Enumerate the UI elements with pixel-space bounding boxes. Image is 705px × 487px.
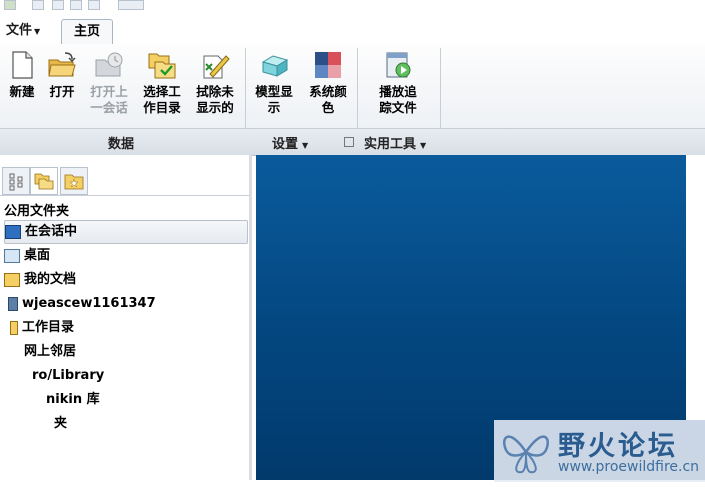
new-button-label: 新建 (9, 84, 35, 99)
select-working-directory-label1: 选择工 (143, 84, 181, 99)
open-quick-icon[interactable] (52, 0, 64, 10)
navigator-scrollbar[interactable] (249, 155, 252, 487)
file-menu[interactable]: 文件 ▼ (0, 20, 46, 42)
system-colors-label1: 系统颜 (309, 84, 347, 99)
nav-item-working-directory[interactable]: 工作目录 (4, 317, 246, 339)
nav-item-pro-library[interactable]: ro/Library (32, 365, 246, 387)
erase-not-displayed-label2: 显示的 (196, 100, 234, 115)
nav-item-label: nikin 库 (46, 392, 100, 407)
select-working-directory-button[interactable]: 选择工 作目录 (138, 50, 186, 116)
monitor-icon (5, 224, 21, 239)
navigator-tabs (0, 165, 252, 196)
group-label-tools[interactable]: 实用工具 ▼ (364, 133, 426, 152)
dialog-launcher-icon[interactable] (344, 137, 354, 147)
system-colors-icon (315, 52, 341, 78)
forum-watermark: 野火论坛 www.proewildfire.cn (494, 420, 705, 482)
model-display-icon (261, 55, 289, 77)
nav-item-desktop[interactable]: 桌面 (4, 245, 246, 267)
nav-item-label: 夹 (54, 416, 68, 431)
eraser-icon (203, 55, 230, 79)
ribbon-tab-row: 文件 ▼ 主页 (0, 14, 705, 45)
chevron-down-icon: ▼ (420, 141, 427, 150)
favorites-folder-icon (64, 174, 84, 190)
open-session-icon (95, 52, 123, 77)
system-colors-label2: 色 (321, 100, 335, 115)
chevron-down-icon: ▼ (302, 141, 309, 150)
nav-item-label: 我的文档 (24, 272, 77, 287)
save-quick-icon[interactable] (70, 0, 82, 10)
navigator-panel: 公用文件夹 在会话中 桌面 我的文档 wjeascew1161347 工作目录 … (0, 155, 252, 487)
nav-item-folder[interactable]: 夹 (54, 413, 246, 435)
undo-quick-icon[interactable] (88, 0, 100, 10)
open-last-session-button[interactable]: 打开上 一会话 (86, 50, 132, 116)
new-button[interactable]: 新建 (4, 50, 40, 100)
open-last-session-label1: 打开上 (90, 84, 128, 99)
play-trail-file-label2: 踪文件 (379, 100, 417, 115)
tab-home[interactable]: 主页 (61, 19, 113, 45)
watermark-url: www.proewildfire.cn (558, 459, 700, 475)
nav-item-computer[interactable]: wjeascew1161347 (4, 293, 246, 315)
nav-item-my-documents[interactable]: 我的文档 (4, 269, 246, 291)
group-label-data: 数据 (108, 137, 135, 152)
open-last-session-label2: 一会话 (90, 100, 128, 115)
nav-item-label: wjeascew1161347 (22, 296, 156, 311)
computer-icon (8, 296, 18, 311)
watermark-title: 野火论坛 (558, 431, 678, 462)
desktop-icon (4, 248, 20, 263)
model-display-label2: 示 (267, 100, 281, 115)
working-directory-icon (148, 53, 176, 79)
nav-item-network-places[interactable]: 网上邻居 (24, 341, 246, 363)
nav-item-label: 桌面 (24, 248, 51, 263)
folder-browser-icon (34, 173, 54, 190)
nav-item-label: 工作目录 (22, 320, 75, 335)
nav-item-manikin-library[interactable]: nikin 库 (46, 389, 246, 411)
butterfly-logo-icon (503, 435, 549, 474)
open-folder-icon (48, 52, 76, 77)
system-colors-button[interactable]: 系统颜 色 (304, 50, 352, 116)
new-file-icon (12, 51, 33, 79)
nav-item-label: ro/Library (32, 368, 105, 383)
quick-access-strip (0, 0, 705, 14)
model-display-button[interactable]: 模型显 示 (250, 50, 298, 116)
group-label-tools-text: 实用工具 (364, 137, 417, 152)
model-tree-tab[interactable] (2, 167, 30, 195)
play-trail-file-label1: 播放追 (379, 84, 417, 99)
favorites-tab[interactable] (60, 167, 88, 195)
trail-file-icon (386, 52, 411, 78)
chevron-down-icon: ▼ (34, 27, 41, 36)
app-icon (4, 0, 16, 10)
image-edge (686, 155, 705, 420)
model-display-label1: 模型显 (255, 84, 293, 99)
working-directory-folder-icon (10, 320, 18, 335)
navigator-title: 公用文件夹 (4, 204, 70, 219)
model-tree-icon (9, 173, 23, 191)
nav-item-label: 网上邻居 (24, 344, 77, 359)
open-button[interactable]: 打开 (44, 50, 80, 100)
open-button-label: 打开 (49, 84, 75, 99)
quick-access-dropdown[interactable] (118, 0, 144, 10)
nav-item-label: 在会话中 (25, 224, 78, 239)
nav-item-in-session[interactable]: 在会话中 (4, 220, 248, 244)
folder-browser-tab[interactable] (30, 167, 58, 195)
new-quick-icon[interactable] (32, 0, 44, 10)
play-trail-file-button[interactable]: 播放追 踪文件 (372, 50, 424, 116)
erase-not-displayed-label1: 拭除未 (196, 84, 234, 99)
documents-folder-icon (4, 272, 20, 287)
ribbon: 新建 打开 打开上 一会话 选择工 作目录 拭除未 显示的 模型显 示 系统颜 … (0, 44, 705, 170)
file-menu-label: 文件 (6, 23, 33, 38)
group-label-settings-text: 设置 (272, 137, 299, 152)
erase-not-displayed-button[interactable]: 拭除未 显示的 (190, 50, 240, 116)
group-label-settings[interactable]: 设置 ▼ (272, 133, 308, 152)
ribbon-group-labels: 数据 设置 ▼ 实用工具 ▼ (0, 128, 705, 156)
select-working-directory-label2: 作目录 (143, 100, 181, 115)
